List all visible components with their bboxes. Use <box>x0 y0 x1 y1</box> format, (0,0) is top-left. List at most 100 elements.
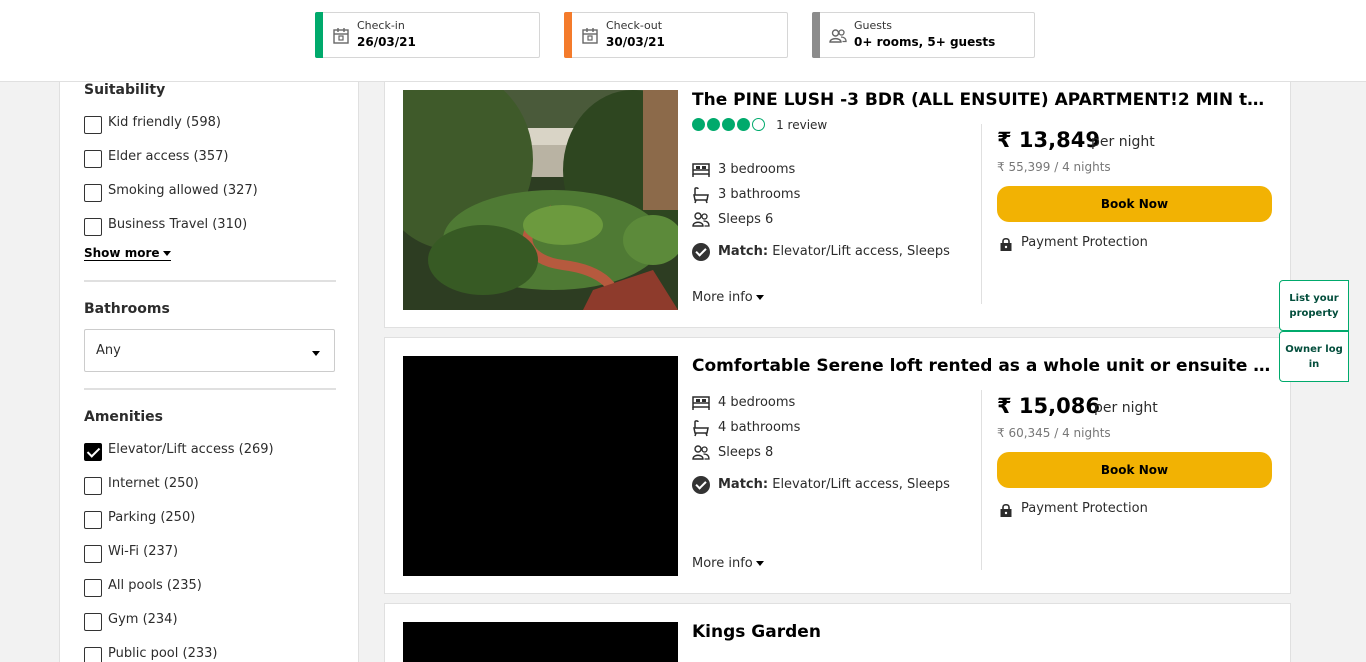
checkout-value: 30/03/21 <box>606 35 665 49</box>
search-bar: Check-in 26/03/21 Check-out 30/03/21 Gue… <box>0 0 1366 82</box>
guests-icon <box>829 29 847 43</box>
match-values: Elevator/Lift access, Sleeps <box>772 477 950 492</box>
listing-title[interactable]: Kings Garden <box>692 622 1274 642</box>
filter-label: Internet (250) <box>108 476 199 491</box>
rating-bubble-full-icon <box>707 118 720 131</box>
listing-photo[interactable] <box>403 90 678 310</box>
sleeps-text: Sleeps 6 <box>718 212 774 227</box>
caret-down-icon <box>755 295 764 300</box>
listing-title[interactable]: Comfortable Serene loft rented as a whol… <box>692 356 1274 376</box>
checkbox[interactable] <box>84 579 102 597</box>
more-info-label: More info <box>692 290 753 305</box>
checkin-label: Check-in <box>357 19 405 32</box>
listing-photo[interactable] <box>403 622 678 662</box>
bedrooms-text: 4 bedrooms <box>718 395 796 410</box>
garden-photo <box>403 90 678 310</box>
filter-label: Elder access (357) <box>108 149 229 164</box>
sleeps-text: Sleeps 8 <box>718 445 774 460</box>
match-text: Match: Elevator/Lift access, Sleeps <box>718 242 950 262</box>
payment-protection-label: Payment Protection <box>1021 501 1148 516</box>
check-circle-icon <box>692 243 710 261</box>
list-your-property-button[interactable]: List your property <box>1279 280 1349 331</box>
filter-label: Wi-Fi (237) <box>108 544 179 559</box>
per-night-label: per night <box>1091 134 1155 150</box>
total-price: ₹ 60,345 / 4 nights <box>997 426 1111 440</box>
listing-title[interactable]: The PINE LUSH -3 BDR (ALL ENSUITE) APART… <box>692 90 1274 110</box>
checkbox[interactable] <box>84 647 102 662</box>
checkbox[interactable] <box>84 477 102 495</box>
rating-bubble-full-icon <box>722 118 735 131</box>
guests-accent <box>812 12 820 58</box>
filter-label: Elevator/Lift access (269) <box>108 442 274 457</box>
show-more-link[interactable]: Show more <box>84 246 171 261</box>
filter-label: Kid friendly (598) <box>108 115 221 130</box>
caret-down-icon <box>755 561 764 566</box>
people-icon <box>692 212 710 227</box>
calendar-icon <box>333 28 349 44</box>
divider <box>84 388 336 390</box>
chevron-down-icon <box>312 351 320 356</box>
bathtub-icon <box>693 420 709 437</box>
people-icon <box>692 445 710 460</box>
more-info-label: More info <box>692 556 753 571</box>
lock-icon <box>1000 237 1012 251</box>
checkout-field[interactable]: Check-out 30/03/21 <box>564 12 788 58</box>
checkbox[interactable] <box>84 218 102 236</box>
more-info-link[interactable]: More info <box>692 556 764 571</box>
checkbox[interactable] <box>84 511 102 529</box>
calendar-icon <box>582 28 598 44</box>
caret-down-icon <box>162 251 171 256</box>
guests-field[interactable]: Guests 0+ rooms, 5+ guests <box>812 12 1035 58</box>
filter-label: All pools (235) <box>108 578 202 593</box>
listing-photo[interactable] <box>403 356 678 576</box>
divider <box>981 390 982 570</box>
bathrooms-title: Bathrooms <box>84 301 170 317</box>
filter-label: Smoking allowed (327) <box>108 183 258 198</box>
check-circle-icon <box>692 476 710 494</box>
checkbox[interactable] <box>84 184 102 202</box>
suitability-title: Suitability <box>84 82 166 98</box>
checkbox[interactable] <box>84 116 102 134</box>
checkin-accent <box>315 12 323 58</box>
rating-bubbles: 1 review <box>692 114 827 132</box>
payment-protection-label: Payment Protection <box>1021 235 1148 250</box>
more-info-link[interactable]: More info <box>692 290 764 305</box>
bed-icon <box>692 396 710 410</box>
bed-icon <box>692 163 710 177</box>
rating-bubble-full-icon <box>737 118 750 131</box>
bedrooms-text: 3 bedrooms <box>718 162 796 177</box>
filter-label: Public pool (233) <box>108 646 218 661</box>
guests-value: 0+ rooms, 5+ guests <box>854 35 996 49</box>
checkbox[interactable] <box>84 150 102 168</box>
show-more-label: Show more <box>84 246 160 260</box>
book-now-button[interactable]: Book Now <box>997 186 1272 222</box>
checkin-field[interactable]: Check-in 26/03/21 <box>315 12 540 58</box>
book-now-button[interactable]: Book Now <box>997 452 1272 488</box>
checkout-label: Check-out <box>606 19 663 32</box>
divider <box>981 124 982 304</box>
listing-card[interactable]: Comfortable Serene loft rented as a whol… <box>384 337 1291 594</box>
review-count-link[interactable]: 1 review <box>776 118 827 132</box>
listing-price: ₹ 13,849 <box>997 128 1100 152</box>
listing-card[interactable]: Kings Garden <box>384 603 1291 662</box>
bathrooms-text: 4 bathrooms <box>718 420 801 435</box>
per-night-label: per night <box>1094 400 1158 416</box>
total-price: ₹ 55,399 / 4 nights <box>997 160 1111 174</box>
bathrooms-select[interactable]: Any <box>84 329 335 372</box>
owner-login-button[interactable]: Owner log in <box>1279 331 1349 382</box>
bathtub-icon <box>693 187 709 204</box>
rating-bubble-empty-icon <box>752 118 765 131</box>
filter-label: Parking (250) <box>108 510 196 525</box>
checkbox[interactable] <box>84 545 102 563</box>
listing-card[interactable]: The PINE LUSH -3 BDR (ALL ENSUITE) APART… <box>384 71 1291 328</box>
amenities-title: Amenities <box>84 409 164 425</box>
lock-icon <box>1000 503 1012 517</box>
checkbox[interactable] <box>84 613 102 631</box>
checkbox-checked[interactable] <box>84 443 102 461</box>
listing-price: ₹ 15,086 <box>997 394 1100 418</box>
divider <box>84 280 336 282</box>
match-values: Elevator/Lift access, Sleeps <box>772 244 950 259</box>
filter-label: Business Travel (310) <box>108 217 248 232</box>
filters-sidebar: Suitability Kid friendly (598) Elder acc… <box>59 82 359 662</box>
bathrooms-text: 3 bathrooms <box>718 187 801 202</box>
